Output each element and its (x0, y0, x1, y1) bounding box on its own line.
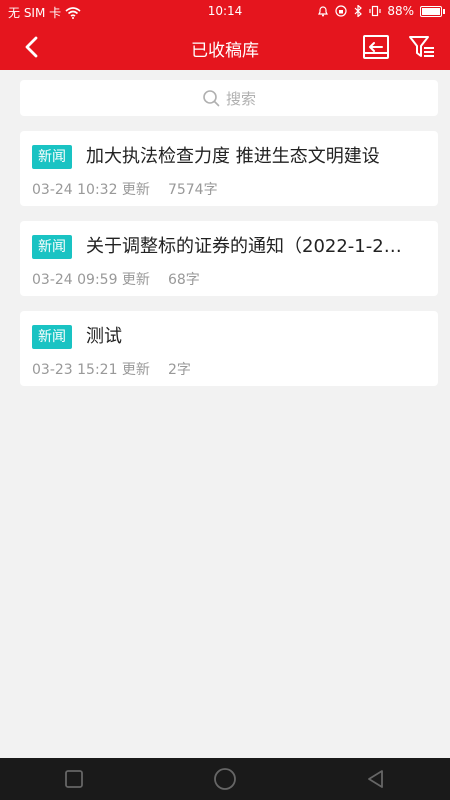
item-time: 03-24 10:32 更新 (32, 182, 150, 198)
battery-fill (422, 7, 440, 15)
back-triangle-icon[interactable] (366, 769, 386, 789)
item-title: 关于调整标的证券的通知（2022-1-2… (86, 236, 402, 257)
search-icon (203, 90, 220, 107)
status-bar: 无 SIM 卡 10:14 88% (0, 0, 450, 24)
item-word-count: 7574字 (167, 182, 218, 198)
recent-apps-icon[interactable] (64, 769, 84, 789)
vibrate-icon (369, 5, 381, 17)
category-tag: 新闻 (32, 235, 72, 259)
status-right: 88% (317, 4, 445, 18)
list-item[interactable]: 新闻 测试 03-23 15:21 更新 2字 (20, 311, 438, 386)
search-input[interactable]: 搜索 (20, 80, 438, 116)
item-word-count: 68字 (167, 272, 200, 288)
system-nav-bar (0, 758, 450, 800)
search-placeholder: 搜索 (225, 89, 256, 108)
app-bar: 已收稿库 (0, 24, 450, 70)
alarm-icon (318, 6, 329, 17)
import-icon[interactable] (362, 34, 390, 60)
category-tag: 新闻 (32, 145, 72, 169)
item-title: 测试 (86, 326, 122, 347)
item-word-count: 2字 (167, 362, 191, 378)
list-item[interactable]: 新闻 加大执法检查力度 推进生态文明建设 03-24 10:32 更新 7574字 (20, 131, 438, 206)
item-title: 加大执法检查力度 推进生态文明建设 (86, 146, 380, 167)
battery-percent: 88% (387, 4, 414, 18)
item-meta: 03-24 10:32 更新 7574字 (32, 179, 218, 199)
list-item[interactable]: 新闻 关于调整标的证券的通知（2022-1-2… 03-24 09:59 更新 6… (20, 221, 438, 296)
item-meta: 03-23 15:21 更新 2字 (32, 359, 191, 379)
manuscript-list: 新闻 加大执法检查力度 推进生态文明建设 03-24 10:32 更新 7574字… (20, 131, 438, 401)
category-tag: 新闻 (32, 325, 72, 349)
battery-icon (420, 5, 445, 17)
lock-rotation-icon (335, 5, 347, 17)
item-meta: 03-24 09:59 更新 68字 (32, 269, 200, 289)
home-icon[interactable] (213, 767, 237, 791)
item-time: 03-24 09:59 更新 (32, 272, 150, 288)
item-time: 03-23 15:21 更新 (32, 362, 150, 378)
filter-icon[interactable] (408, 34, 436, 60)
bluetooth-icon (354, 5, 363, 17)
